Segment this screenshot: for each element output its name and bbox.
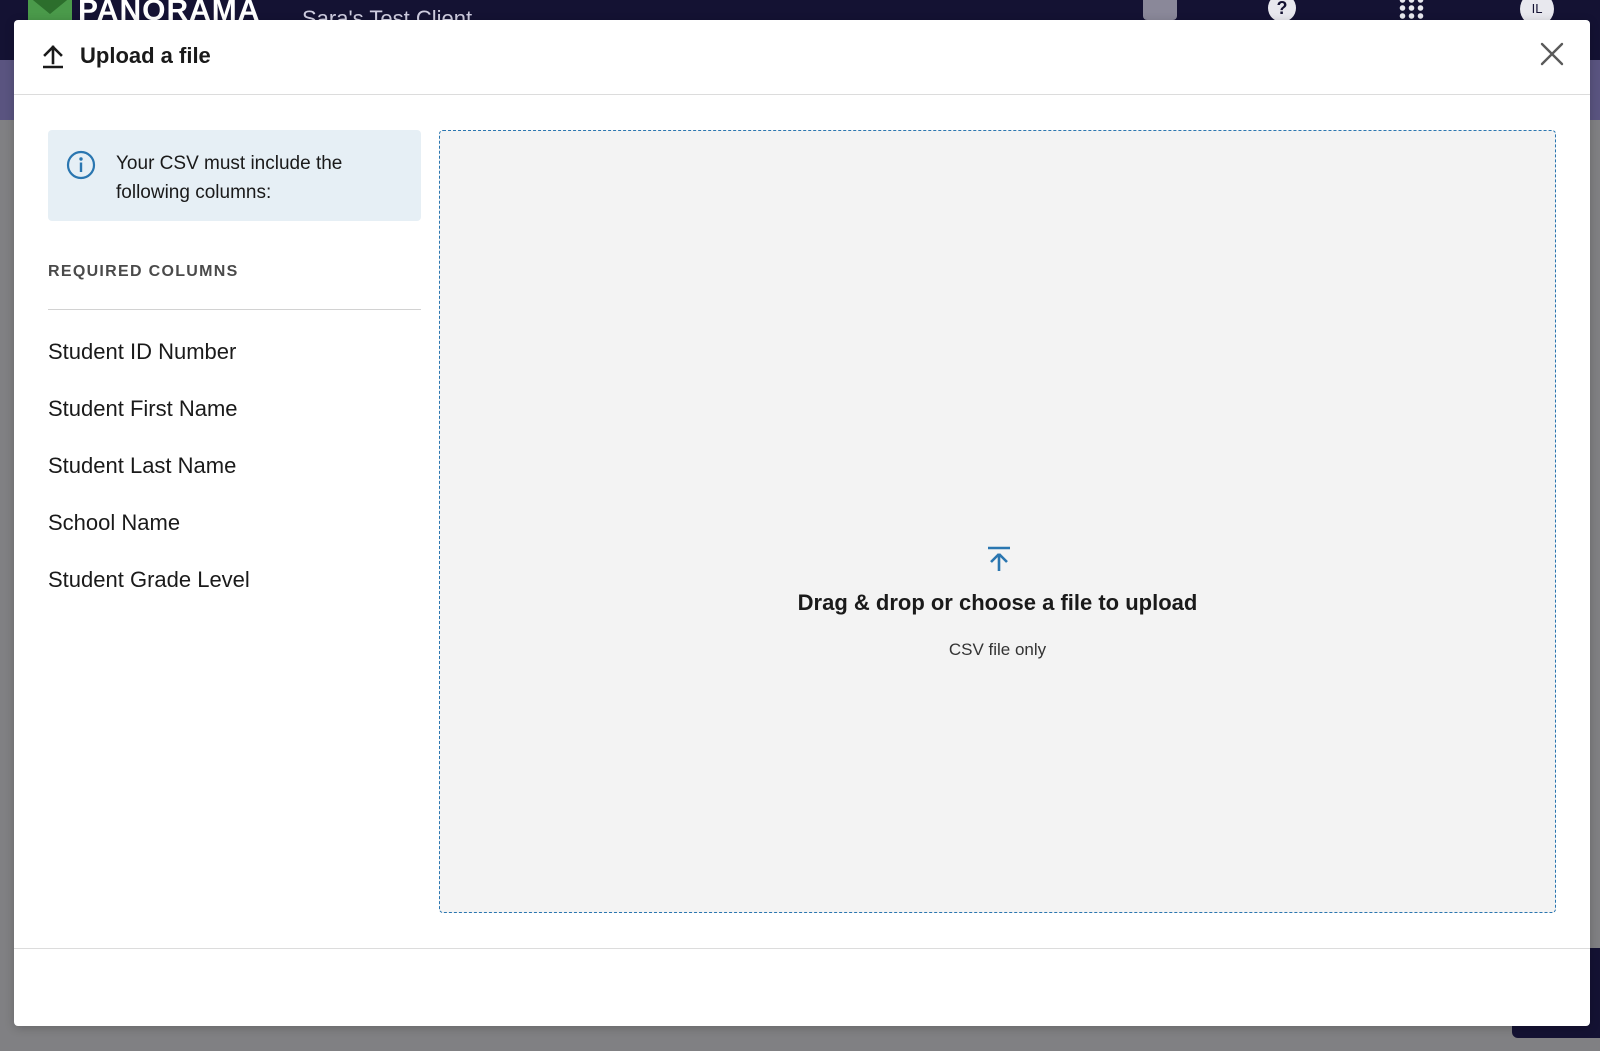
divider <box>48 309 421 310</box>
close-icon[interactable] <box>1536 38 1568 70</box>
modal-title: Upload a file <box>80 43 211 68</box>
list-item: Student First Name <box>48 396 238 421</box>
dropzone-title: Drag & drop or choose a file to upload <box>797 590 1198 615</box>
info-callout: Your CSV must include the following colu… <box>48 130 421 221</box>
list-item: Student Last Name <box>48 453 237 478</box>
help-icon: ? <box>1268 0 1296 22</box>
upload-modal: Upload a file Your CSV must include the … <box>14 20 1590 1026</box>
info-icon <box>66 150 96 180</box>
modal-header: Upload a file <box>14 20 1590 95</box>
upload-icon <box>43 45 63 69</box>
list-item: School Name <box>48 510 181 535</box>
required-columns-list: Student ID Number Student First Name Stu… <box>48 337 421 622</box>
upload-arrow-icon <box>988 546 1010 571</box>
list-item: Student Grade Level <box>48 567 250 592</box>
required-columns-heading: REQUIRED COLUMNS <box>48 263 239 280</box>
modal-footer <box>14 948 1590 1026</box>
info-text: Your CSV must include the following colu… <box>116 153 343 203</box>
dropzone-subtitle: CSV file only <box>948 640 1047 659</box>
app-grid-icon <box>1398 0 1424 20</box>
file-dropzone[interactable]: Drag & drop or choose a file to upload C… <box>439 130 1556 913</box>
header-chip <box>1143 0 1177 20</box>
list-item: Student ID Number <box>48 339 237 364</box>
